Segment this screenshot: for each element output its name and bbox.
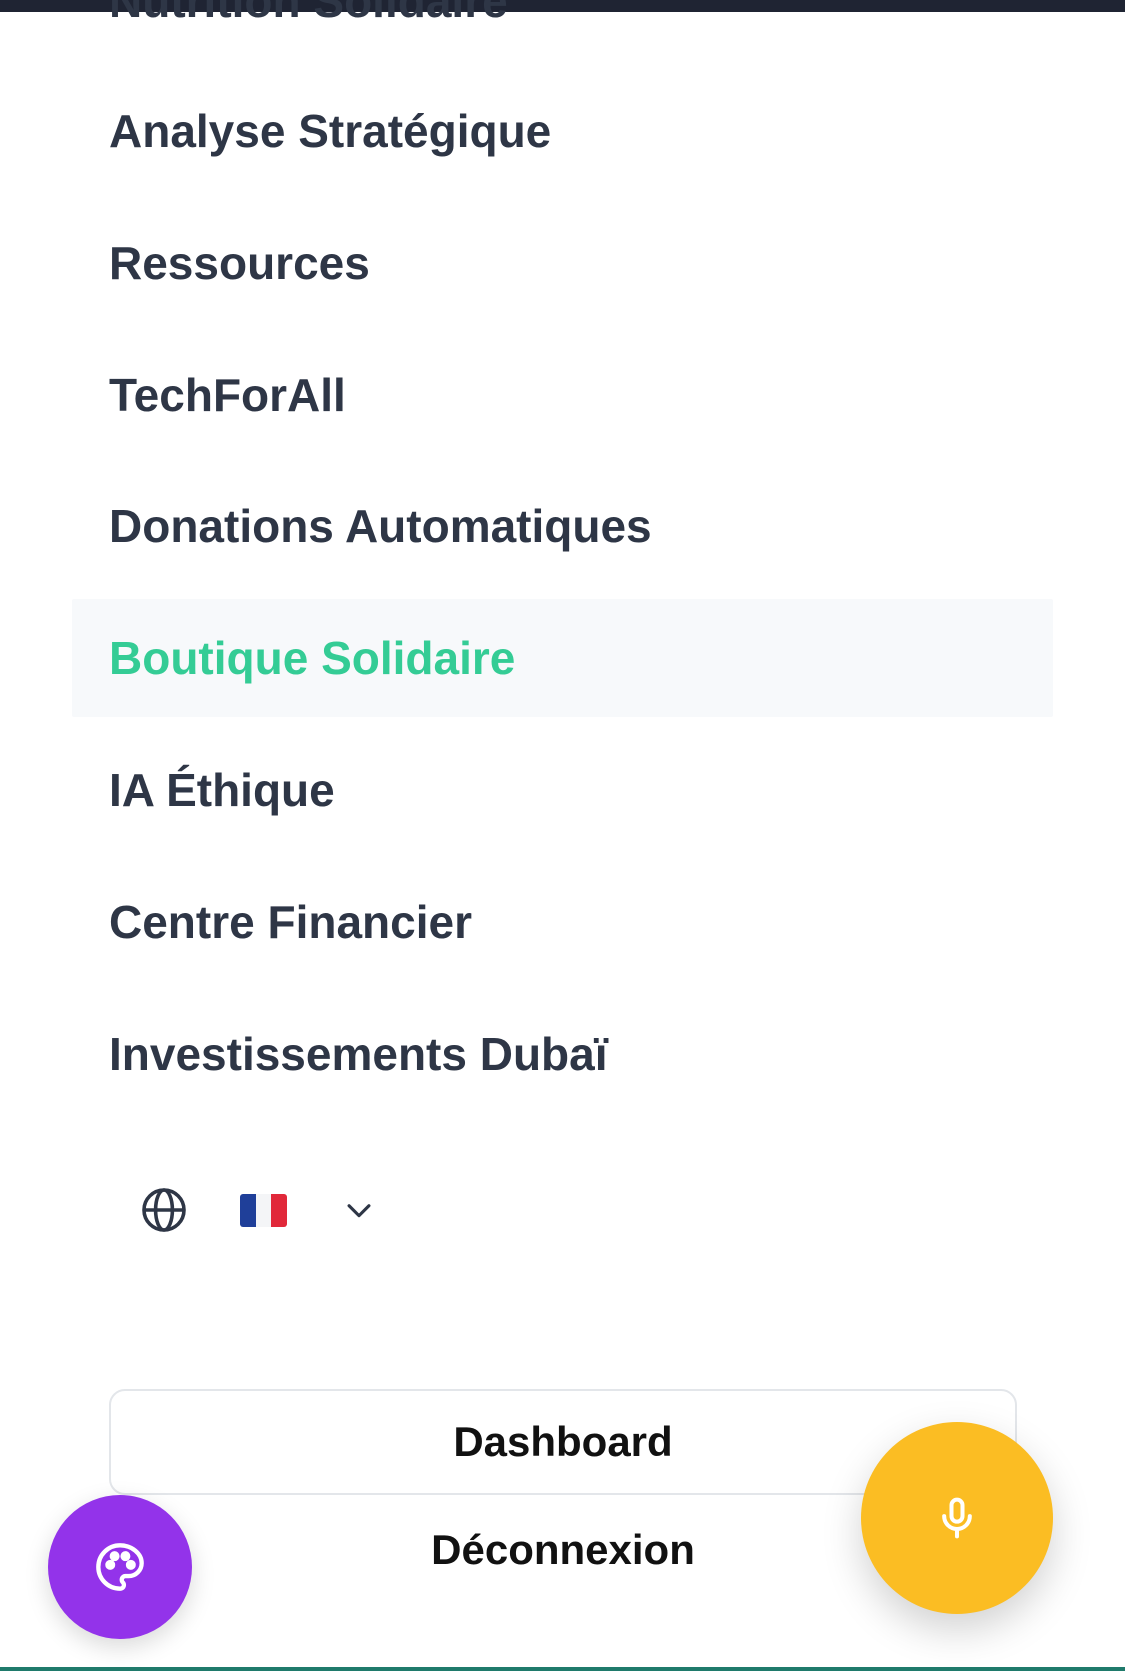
globe-icon xyxy=(142,1188,186,1232)
menu-item-clipped[interactable]: Nutrition Solidaire xyxy=(109,0,508,28)
menu-item-centre-financier[interactable]: Centre Financier xyxy=(72,863,1053,981)
bottom-bar xyxy=(0,1667,1125,1671)
language-selector[interactable] xyxy=(140,1180,376,1240)
palette-icon xyxy=(96,1543,144,1591)
menu-item-techforall[interactable]: TechForAll xyxy=(72,336,1053,454)
menu-item-ia-ethique[interactable]: IA Éthique xyxy=(72,731,1053,849)
menu-item-boutique-solidaire[interactable]: Boutique Solidaire xyxy=(72,599,1053,717)
menu-item-investissements-dubai[interactable]: Investissements Dubaï xyxy=(72,995,1053,1113)
chevron-down-icon[interactable] xyxy=(342,1193,376,1227)
microphone-fab-button[interactable] xyxy=(861,1422,1053,1614)
theme-fab-button[interactable] xyxy=(48,1495,192,1639)
menu-item-analyse-strategique[interactable]: Analyse Stratégique xyxy=(72,72,1053,190)
microphone-icon xyxy=(942,1497,972,1539)
france-flag-icon xyxy=(240,1193,287,1227)
menu-item-donations-automatiques[interactable]: Donations Automatiques xyxy=(72,467,1053,585)
menu-item-ressources[interactable]: Ressources xyxy=(72,204,1053,322)
